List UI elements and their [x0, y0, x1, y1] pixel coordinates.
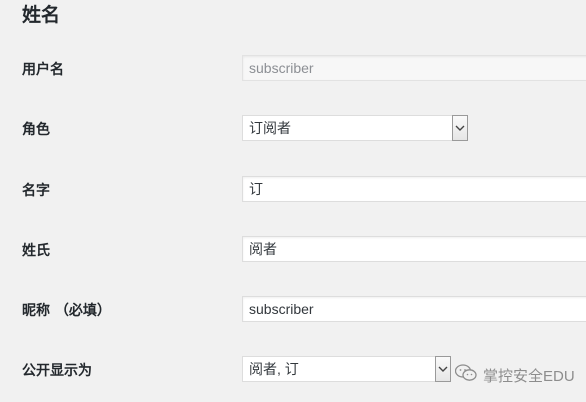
- last-name-row: 姓氏 阅者: [0, 236, 586, 266]
- wechat-icon: [454, 364, 477, 386]
- role-row: 角色 订阅者: [0, 115, 586, 145]
- username-value: subscriber: [249, 60, 314, 76]
- display-name-label: 公开显示为: [22, 363, 92, 379]
- role-selected-value: 订阅者: [249, 120, 291, 136]
- last-name-label: 姓氏: [22, 243, 50, 259]
- username-field: subscriber: [242, 55, 586, 81]
- last-name-value: 阅者: [249, 241, 277, 257]
- nickname-row: 昵称 （必填） subscriber: [0, 296, 586, 326]
- role-select[interactable]: 订阅者: [242, 115, 468, 141]
- section-title: 姓名: [22, 4, 61, 26]
- nickname-value: subscriber: [249, 301, 314, 317]
- role-label: 角色: [22, 122, 50, 138]
- first-name-value: 订: [249, 181, 263, 197]
- last-name-field[interactable]: 阅者: [242, 236, 586, 262]
- chevron-down-icon[interactable]: [435, 356, 451, 382]
- chevron-down-icon[interactable]: [452, 115, 468, 141]
- watermark-text: 掌控安全EDU: [483, 367, 575, 385]
- watermark: 掌控安全EDU: [454, 363, 575, 387]
- display-name-select[interactable]: 阅者, 订: [242, 356, 451, 382]
- username-row: 用户名 subscriber: [0, 55, 586, 85]
- nickname-field[interactable]: subscriber: [242, 296, 586, 322]
- first-name-label: 名字: [22, 183, 50, 199]
- username-label: 用户名: [22, 62, 64, 78]
- first-name-field[interactable]: 订: [242, 176, 586, 202]
- nickname-label: 昵称 （必填）: [22, 303, 111, 319]
- first-name-row: 名字 订: [0, 176, 586, 206]
- display-name-selected-value: 阅者, 订: [249, 361, 299, 377]
